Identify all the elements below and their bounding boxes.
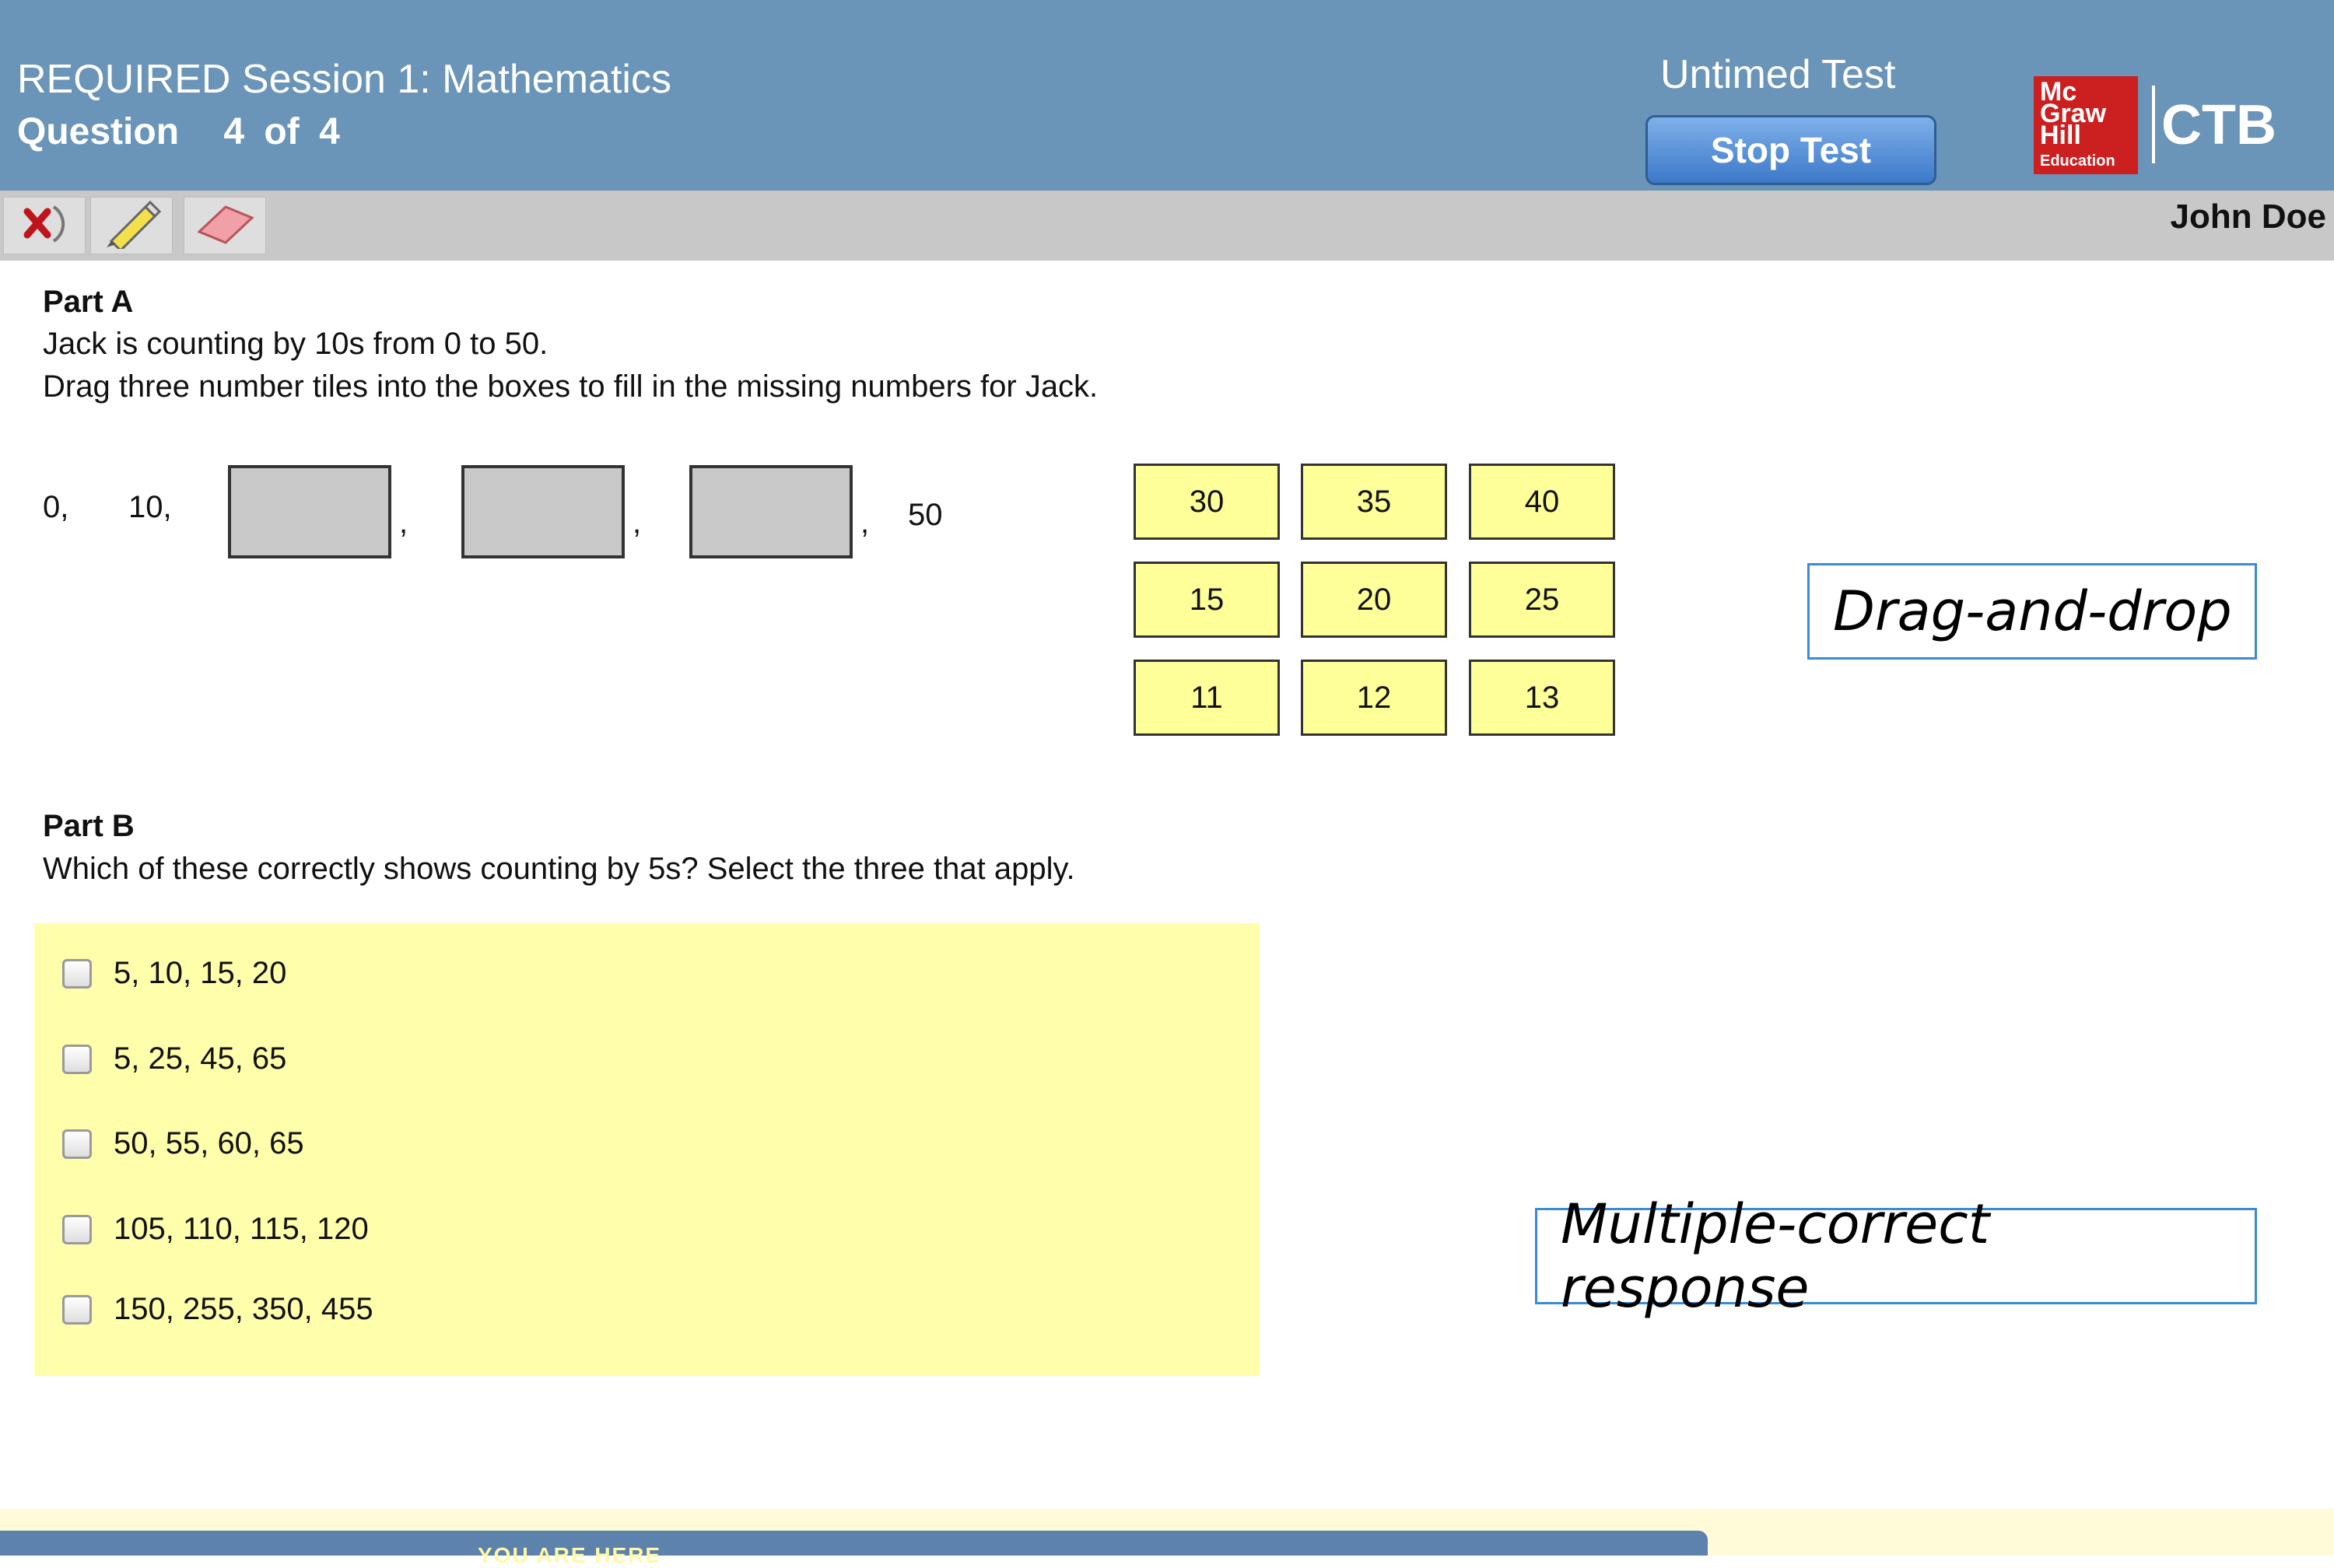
answer-option[interactable]: 150, 255, 350, 455 (62, 1292, 373, 1327)
tool-bar (0, 191, 2334, 261)
question-number: 4 (223, 111, 245, 152)
highlighter-tool-button[interactable] (90, 197, 173, 254)
ctb-logo: CTB (2161, 94, 2276, 156)
option-checkbox[interactable] (62, 1214, 92, 1244)
question-counter: Question 4 of 4 (17, 110, 340, 153)
sequence-value: 10, (128, 490, 172, 524)
option-checkbox[interactable] (62, 958, 92, 989)
answer-option[interactable]: 105, 110, 115, 120 (62, 1212, 369, 1247)
stop-test-button[interactable]: Stop Test (1645, 115, 1936, 185)
sequence-comma: , (633, 506, 642, 540)
number-tile[interactable]: 13 (1469, 660, 1615, 736)
you-are-here-label: YOU ARE HERE (478, 1543, 662, 1567)
sequence-value: 50 (908, 498, 943, 532)
number-tile[interactable]: 12 (1301, 660, 1447, 736)
eraser-tool-button[interactable] (184, 197, 266, 254)
option-checkbox[interactable] (62, 1129, 92, 1159)
option-label: 5, 25, 45, 65 (114, 1041, 287, 1076)
logo-divider (2152, 86, 2155, 163)
option-label: 50, 55, 60, 65 (114, 1126, 304, 1160)
mcgraw-hill-logo: Mc Graw Hill Education (2034, 76, 2138, 174)
progress-footer (0, 1531, 1708, 1556)
test-type-label: Untimed Test (1660, 52, 1896, 97)
option-label: 105, 110, 115, 120 (114, 1212, 369, 1246)
part-b-instruction: Which of these correctly shows counting … (43, 852, 1075, 886)
close-tool-button[interactable] (3, 197, 86, 254)
option-checkbox[interactable] (62, 1294, 92, 1325)
question-of: of (264, 111, 300, 152)
number-tile[interactable]: 11 (1134, 660, 1280, 736)
number-tile[interactable]: 40 (1469, 464, 1615, 540)
session-title: REQUIRED Session 1: Mathematics (17, 57, 671, 102)
number-tile[interactable]: 15 (1134, 562, 1280, 638)
answer-option[interactable]: 5, 25, 45, 65 (62, 1041, 286, 1076)
drop-target-3[interactable] (689, 465, 853, 558)
option-label: 5, 10, 15, 20 (114, 956, 287, 990)
number-tile[interactable]: 35 (1301, 464, 1447, 540)
sequence-comma: , (399, 506, 408, 540)
drag-drop-callout: Drag-and-drop (1807, 563, 2257, 660)
drop-target-2[interactable] (461, 465, 625, 558)
multiple-correct-callout: Multiple-correct response (1535, 1192, 2257, 1320)
sequence-value: 0, (43, 490, 69, 524)
number-tile[interactable]: 20 (1301, 562, 1447, 638)
answer-option[interactable]: 50, 55, 60, 65 (62, 1126, 304, 1161)
pencil-icon (100, 199, 163, 253)
drop-target-1[interactable] (228, 465, 391, 558)
close-icon (13, 201, 75, 251)
part-a-label: Part A (43, 285, 134, 319)
option-checkbox[interactable] (62, 1044, 92, 1074)
answer-option[interactable]: 5, 10, 15, 20 (62, 956, 286, 991)
part-a-instruction-2: Drag three number tiles into the boxes t… (43, 369, 1099, 404)
number-tile[interactable]: 25 (1469, 562, 1615, 638)
question-label: Question (17, 111, 180, 152)
option-label: 150, 255, 350, 455 (114, 1292, 373, 1326)
number-tile[interactable]: 30 (1134, 464, 1280, 540)
part-b-label: Part B (43, 809, 135, 843)
question-total: 4 (319, 111, 340, 152)
eraser-icon (191, 201, 258, 251)
sequence-comma: , (860, 506, 870, 540)
user-name: John Doe (2170, 198, 2326, 236)
part-a-instruction-1: Jack is counting by 10s from 0 to 50. (43, 327, 548, 361)
test-header: REQUIRED Session 1: Mathematics Question… (0, 0, 2334, 191)
answer-options-panel: 5, 10, 15, 20 5, 25, 45, 65 50, 55, 60, … (34, 923, 1260, 1376)
